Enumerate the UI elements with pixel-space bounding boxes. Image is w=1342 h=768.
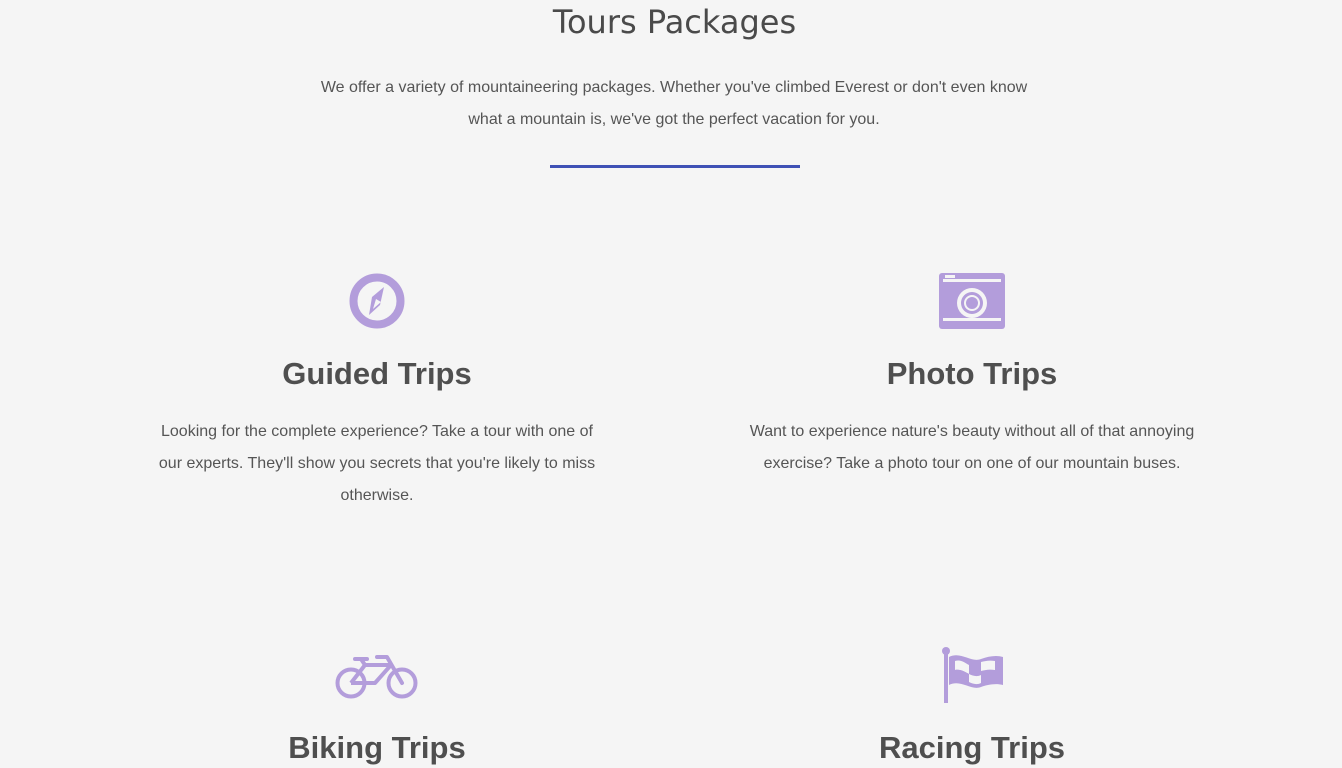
package-title: Racing Trips <box>878 730 1066 765</box>
package-card-photo-trips: Photo Trips Want to experience nature's … <box>747 260 1197 520</box>
package-description: Want to experience nature's beauty witho… <box>749 423 1195 472</box>
package-description: Looking for the complete experience? Tak… <box>158 423 596 504</box>
camera-icon <box>939 273 1005 329</box>
package-title: Guided Trips <box>282 356 472 391</box>
package-title: Photo Trips <box>886 356 1058 391</box>
package-title: Biking Trips <box>288 730 466 765</box>
checkered-flag-icon <box>942 647 1003 703</box>
package-card-guided-trips: Guided Trips Looking for the complete ex… <box>152 260 602 520</box>
compass-icon <box>349 273 405 329</box>
section-intro: We offer a variety of mountaineering pac… <box>320 79 1028 128</box>
package-card-racing-trips: Racing Trips <box>747 640 1197 768</box>
section-title: Tours Packages <box>552 3 797 41</box>
bicycle-icon <box>335 655 418 699</box>
package-card-biking-trips: Biking Trips <box>152 640 602 768</box>
title-divider <box>550 165 800 168</box>
